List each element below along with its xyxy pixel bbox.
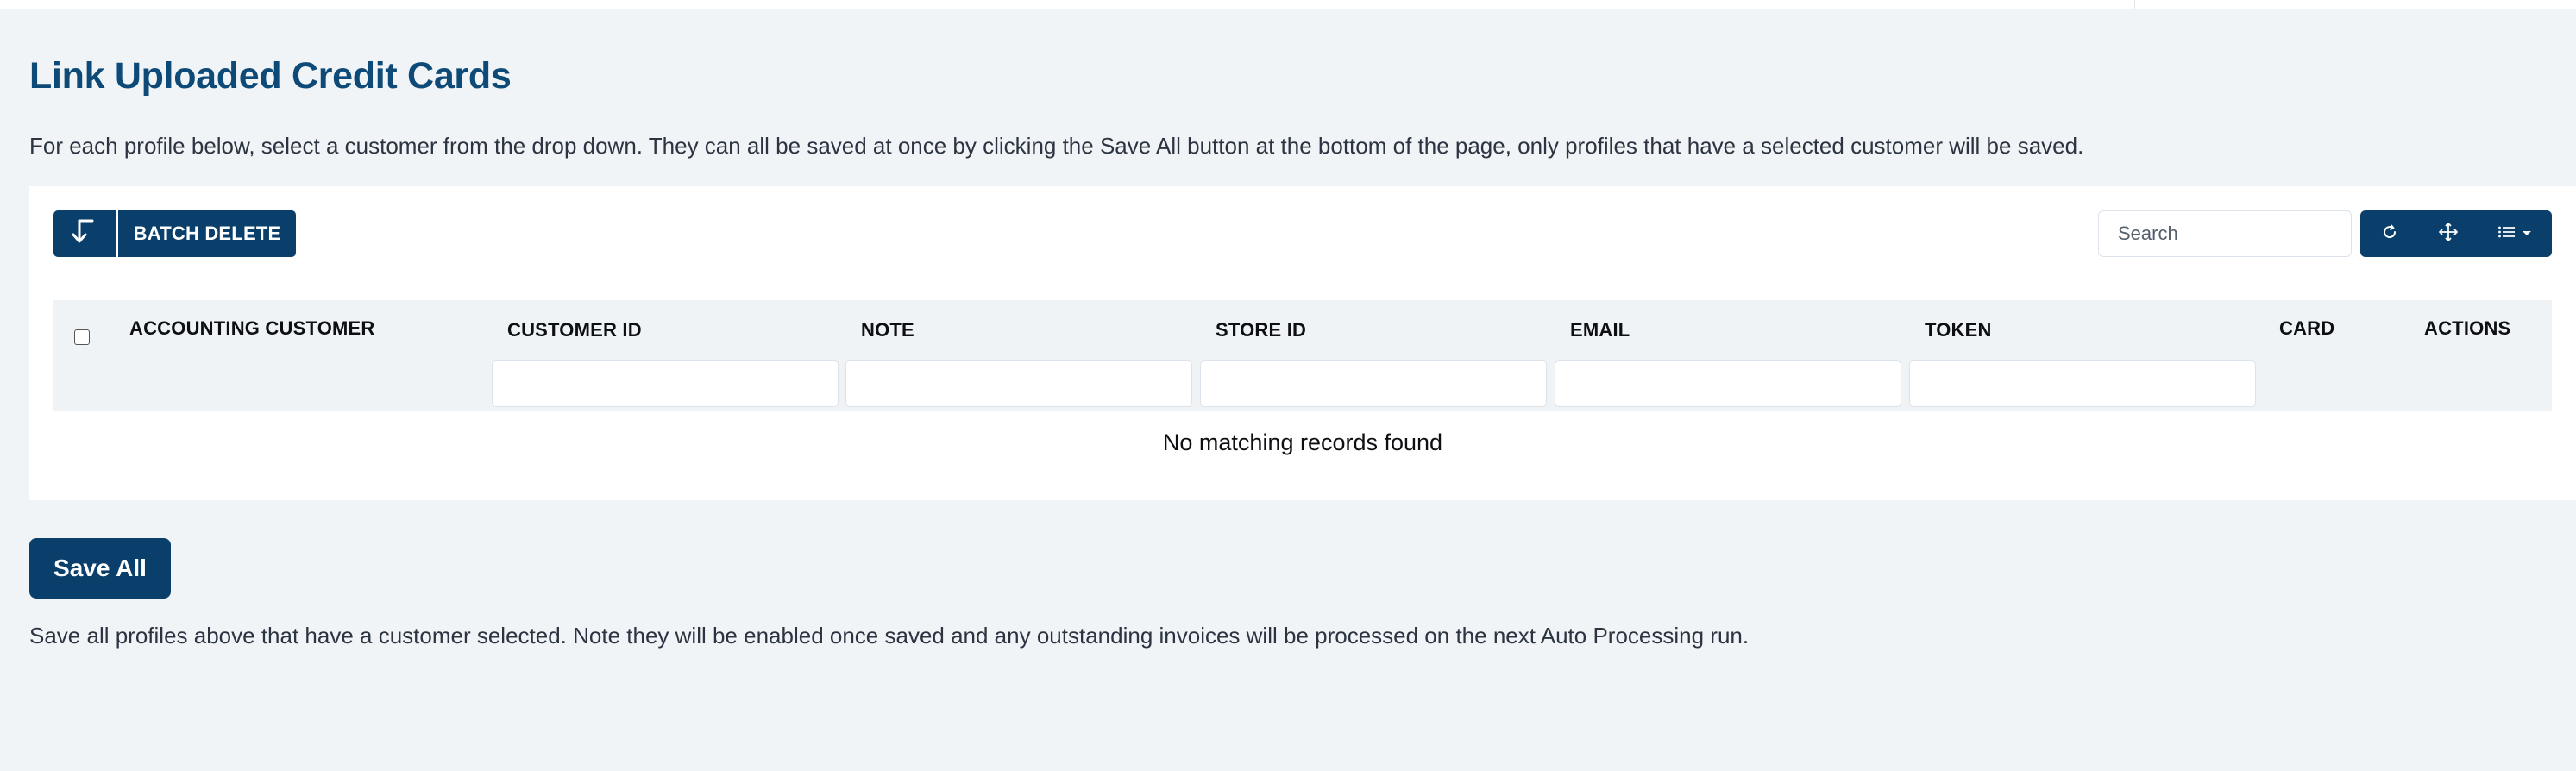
column-header-accounting-customer[interactable]: ACCOUNTING CUSTOMER — [129, 317, 375, 340]
save-all-note: Save all profiles above that have a cust… — [29, 623, 1750, 649]
export-button[interactable] — [53, 210, 116, 257]
columns-button[interactable] — [2478, 210, 2552, 257]
column-header-card[interactable]: CARD — [2279, 317, 2334, 340]
refresh-button[interactable] — [2360, 210, 2419, 257]
page-intro: For each profile below, select a custome… — [29, 133, 2084, 159]
column-header-email[interactable]: EMAIL — [1570, 319, 1630, 342]
filter-customer-id[interactable] — [492, 360, 839, 407]
arrow-down-icon — [72, 218, 97, 250]
filter-note[interactable] — [845, 360, 1192, 407]
filter-email[interactable] — [1555, 360, 1901, 407]
table-header: ACCOUNTING CUSTOMER CUSTOMER ID NOTE STO… — [53, 300, 2552, 411]
table-tools — [2360, 210, 2552, 257]
save-all-button[interactable]: Save All — [29, 538, 171, 599]
columns-list-icon — [2497, 224, 2516, 244]
top-bar — [0, 0, 2576, 9]
caret-down-icon — [2522, 226, 2532, 241]
move-button[interactable] — [2419, 210, 2478, 257]
table-panel: BATCH DELETE Search ACCOUNTING CUSTOMER … — [29, 186, 2576, 500]
empty-table-message: No matching records found — [1162, 429, 1443, 455]
filter-token[interactable] — [1909, 360, 2256, 407]
filter-store-id[interactable] — [1200, 360, 1547, 407]
column-header-customer-id[interactable]: CUSTOMER ID — [507, 319, 642, 342]
column-header-token[interactable]: TOKEN — [1925, 319, 1992, 342]
column-header-store-id[interactable]: STORE ID — [1216, 319, 1306, 342]
batch-delete-button[interactable]: BATCH DELETE — [118, 210, 296, 257]
search-input[interactable] — [2098, 210, 2352, 257]
move-icon — [2438, 222, 2459, 247]
column-header-note[interactable]: NOTE — [861, 319, 914, 342]
select-all-checkbox[interactable] — [74, 329, 90, 345]
refresh-icon — [2381, 223, 2398, 245]
column-header-actions: ACTIONS — [2424, 317, 2511, 339]
page-title: Link Uploaded Credit Cards — [29, 55, 512, 97]
top-bar-divider — [2134, 0, 2135, 9]
